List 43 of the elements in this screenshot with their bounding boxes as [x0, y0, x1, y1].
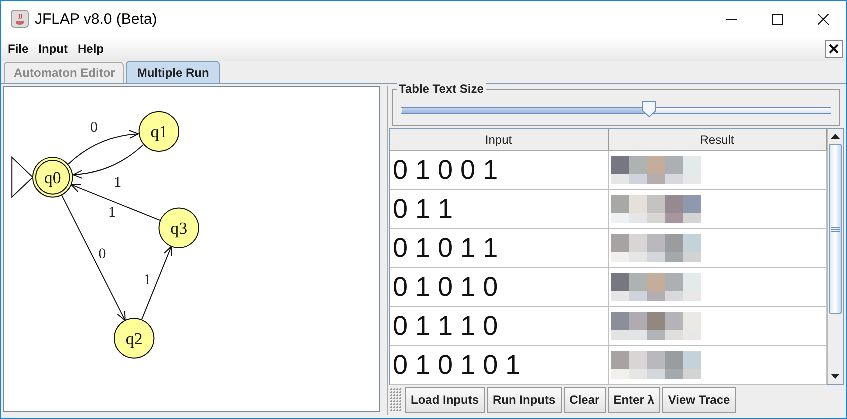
transition-label: 0 [90, 120, 98, 136]
state-node[interactable] [138, 111, 180, 152]
state-node[interactable] [32, 157, 74, 198]
scrollbar[interactable] [827, 129, 843, 384]
app-icon [11, 10, 29, 28]
scroll-up-icon[interactable] [831, 134, 840, 139]
tab[interactable]: Multiple Run [126, 61, 220, 83]
transition-label: 1 [108, 204, 116, 221]
maximize-icon [772, 14, 782, 24]
state-node[interactable] [158, 208, 200, 248]
slider-thumb[interactable] [642, 101, 658, 118]
menu-item[interactable]: Help [73, 42, 110, 56]
transition-label: 0 [98, 246, 106, 262]
toolbar-grip[interactable] [390, 388, 401, 412]
transition-label: 1 [144, 272, 152, 289]
close-tab-button[interactable] [825, 40, 843, 58]
close-icon [829, 44, 839, 54]
state-label: q2 [126, 329, 143, 348]
state-node[interactable] [114, 318, 155, 359]
window-title: JFLAP v8.0 (Beta) [35, 10, 158, 28]
scroll-thumb[interactable] [829, 144, 842, 314]
input-cell-text: 0 1 0 1 1 [392, 232, 498, 264]
state-label: q3 [170, 219, 188, 238]
input-cell-text: 0 1 0 1 0 1 [392, 350, 521, 380]
input-cell-text: 0 1 1 [392, 194, 454, 224]
state-label: q1 [150, 122, 168, 142]
toolbar-button[interactable]: Load Inputs [405, 387, 485, 413]
menu-item[interactable]: Input [34, 42, 73, 56]
menu-item[interactable]: File [3, 42, 34, 56]
toolbar-button[interactable]: Enter λ [608, 387, 660, 413]
column-header[interactable]: Input [390, 129, 608, 150]
input-cell-text: 0 1 0 0 1 [392, 154, 498, 186]
toolbar-button[interactable]: Run Inputs [487, 387, 562, 413]
toolbar-button[interactable]: View Trace [662, 387, 736, 413]
input-cell-text: 0 1 0 1 0 [392, 272, 498, 302]
state-label: q0 [44, 168, 62, 188]
input-cell-text: 0 1 1 1 0 [392, 310, 498, 342]
close-icon [818, 14, 828, 24]
grip-icon [831, 226, 840, 232]
toolbar-button[interactable]: Clear [564, 387, 606, 413]
slider-label: Table Text Size [397, 82, 486, 96]
transition-label: 1 [114, 174, 122, 191]
scroll-down-icon[interactable] [831, 374, 840, 379]
